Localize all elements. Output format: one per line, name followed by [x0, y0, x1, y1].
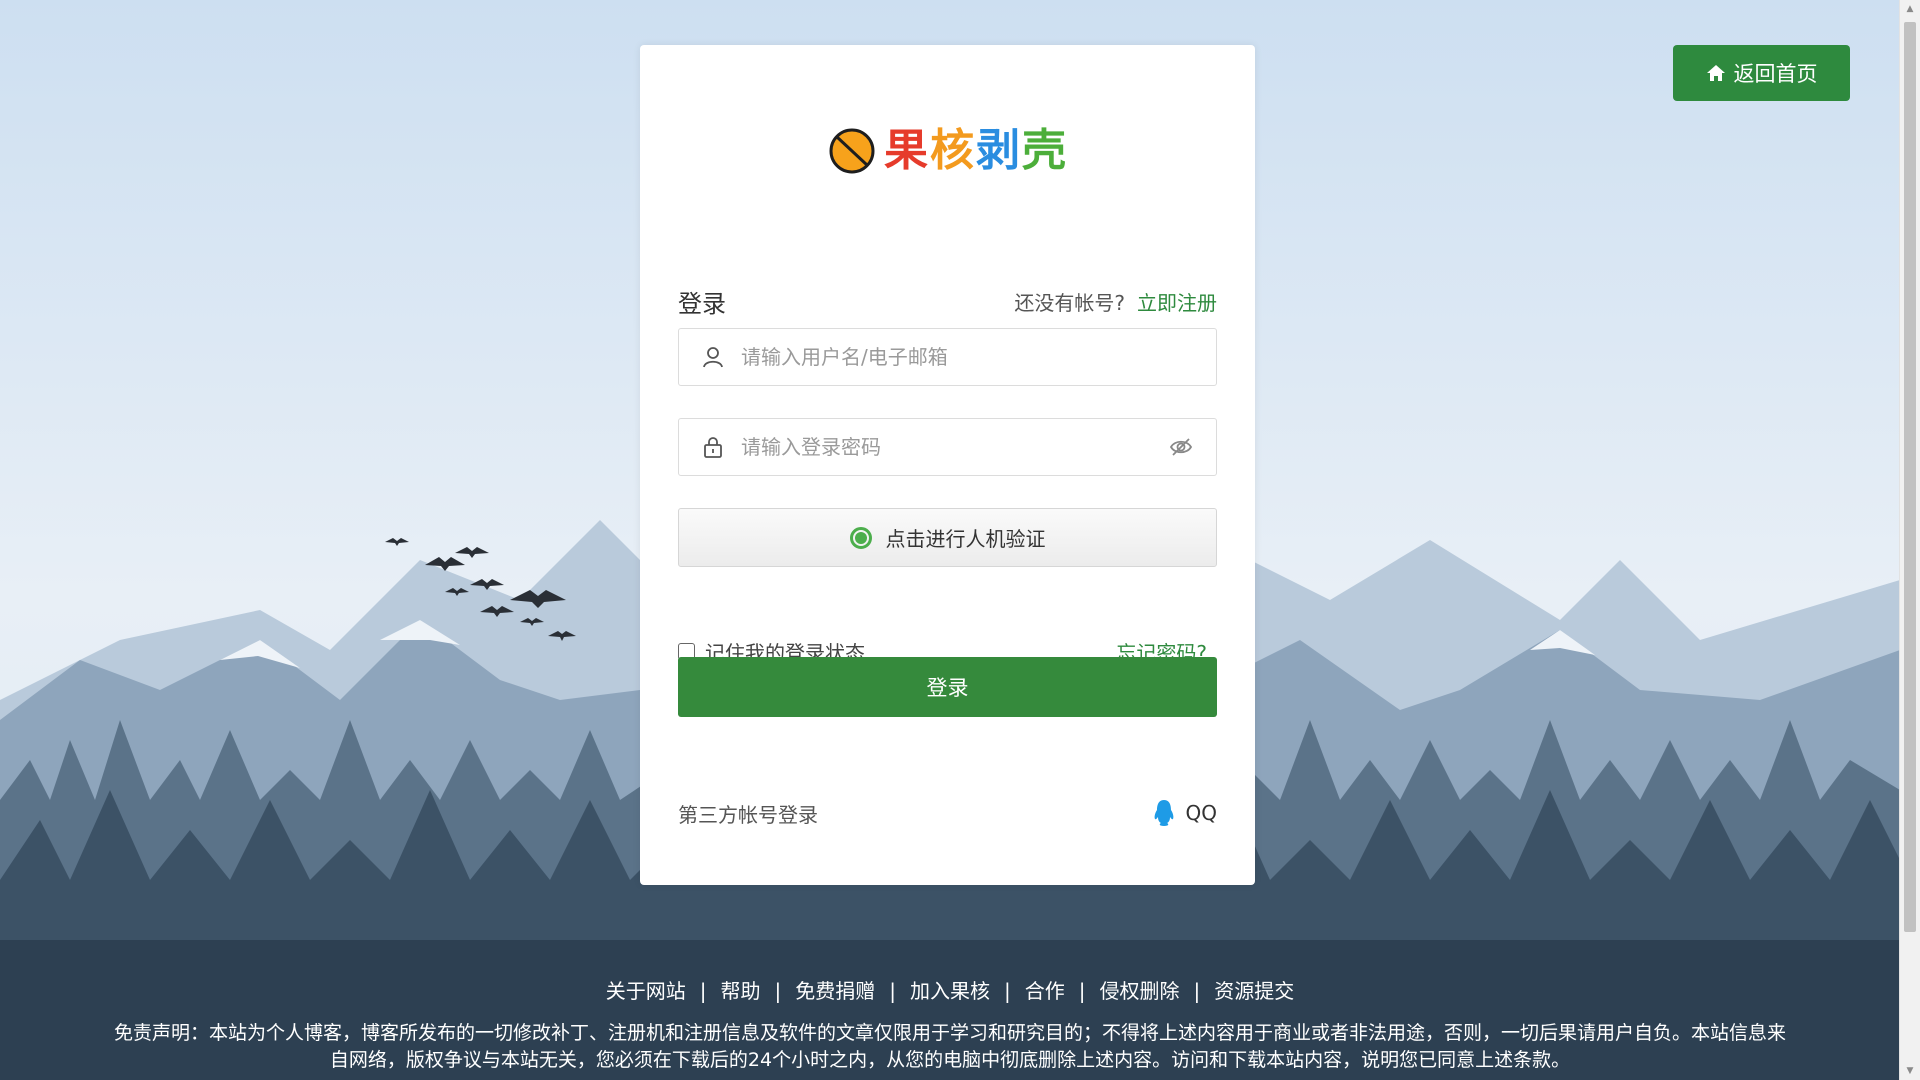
qq-login-button[interactable]: QQ — [1152, 799, 1217, 827]
disclaimer-line-1: 免责声明：本站为个人博客，博客所发布的一切修改补丁、注册机和注册信息及软件的文章… — [113, 1022, 1786, 1044]
footer-link-cooperation[interactable]: 合作 — [1025, 979, 1065, 1003]
register-prompt: 还没有帐号? 立即注册 — [1014, 287, 1217, 316]
logo-text: 果核剥壳 — [884, 129, 1068, 173]
footer-separator: | — [1004, 979, 1011, 1003]
logo-char: 核 — [930, 125, 976, 176]
login-submit-button[interactable]: 登录 — [678, 657, 1217, 717]
no-sign-logo — [829, 128, 875, 174]
disclaimer: 免责声明：本站为个人博客，博客所发布的一切修改补丁、注册机和注册信息及软件的文章… — [50, 1020, 1850, 1074]
third-party-label: 第三方帐号登录 — [678, 802, 818, 827]
username-input[interactable] — [739, 344, 1216, 370]
footer-separator: | — [1193, 979, 1201, 1003]
scrollbar-thumb[interactable] — [1904, 22, 1916, 932]
disclaimer-line-2: 自网络，版权争议与本站无关，您必须在下载后的24个小时之内，从您的电脑中彻底删除… — [329, 1049, 1571, 1071]
footer-separator: | — [774, 979, 782, 1003]
login-card: 果核剥壳 登录 还没有帐号? 立即注册 点击进行人机验证 — [640, 45, 1255, 885]
footer-link-submit-resource[interactable]: 资源提交 — [1214, 979, 1294, 1003]
third-party-login-row: 第三方帐号登录 QQ — [678, 795, 1217, 831]
footer-link-help[interactable]: 帮助 — [721, 979, 761, 1003]
logo-char: 果 — [884, 125, 930, 176]
human-verification-button[interactable]: 点击进行人机验证 — [678, 508, 1217, 567]
footer-link-join[interactable]: 加入果核 — [910, 979, 990, 1003]
footer-separator: | — [1078, 979, 1086, 1003]
verify-radio-icon — [849, 526, 872, 549]
qq-penguin-icon — [1154, 800, 1173, 826]
scroll-up-arrow-icon[interactable]: ▲ — [1900, 0, 1920, 18]
footer-link-infringement[interactable]: 侵权删除 — [1100, 979, 1180, 1003]
username-field[interactable] — [678, 328, 1217, 386]
return-home-label: 返回首页 — [1733, 62, 1818, 86]
captcha-label: 点击进行人机验证 — [885, 527, 1046, 551]
home-icon — [1706, 65, 1725, 81]
vertical-scrollbar[interactable]: ▲ ▼ — [1899, 0, 1920, 1080]
footer-link-about[interactable]: 关于网站 — [606, 979, 686, 1003]
qq-label: QQ — [1185, 801, 1217, 825]
password-field[interactable] — [678, 418, 1217, 476]
login-header-row: 登录 还没有帐号? 立即注册 — [678, 281, 1217, 321]
register-link[interactable]: 立即注册 — [1137, 287, 1217, 316]
password-input[interactable] — [739, 434, 1168, 460]
scroll-down-arrow-icon[interactable]: ▼ — [1900, 1062, 1920, 1080]
logo-char: 剥 — [976, 125, 1022, 176]
login-title: 登录 — [678, 289, 726, 318]
site-logo[interactable]: 果核剥壳 — [828, 123, 1068, 179]
return-home-button[interactable]: 返回首页 — [1673, 45, 1850, 101]
lock-icon — [704, 437, 722, 458]
footer-link-donate[interactable]: 免费捐赠 — [795, 979, 875, 1003]
footer-links: 关于网站 | 帮助 | 免费捐赠 | 加入果核 | 合作 | 侵权删除 | 资源提交 — [0, 975, 1900, 1004]
hide-password-eye-icon[interactable] — [1168, 434, 1194, 460]
footer-separator: | — [699, 979, 707, 1003]
user-icon — [703, 347, 723, 368]
logo-char: 壳 — [1022, 125, 1068, 176]
footer-separator: | — [889, 979, 896, 1003]
no-account-text: 还没有帐号? — [1014, 290, 1125, 315]
